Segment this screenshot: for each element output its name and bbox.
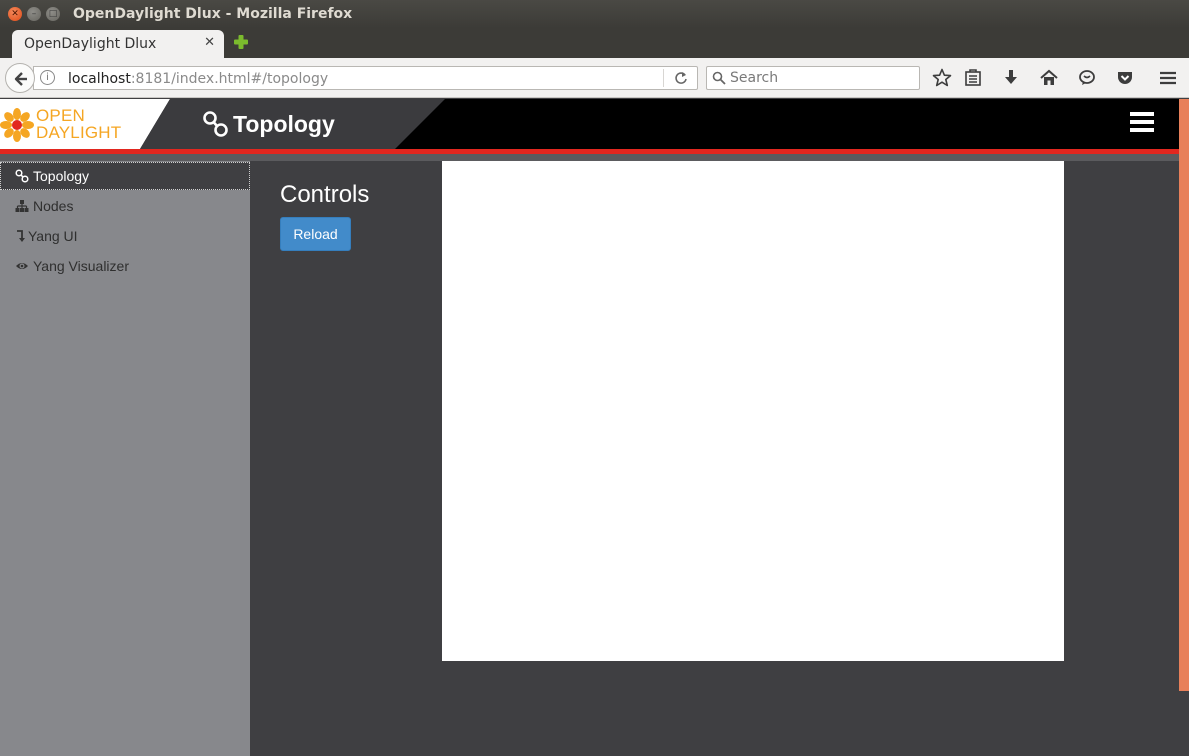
app-header: OPEN DAYLIGHT Topology [0,99,1179,149]
window-minimize-button[interactable]: – [27,7,41,21]
url-path: :8181/index.html#/topology [130,71,329,87]
reload-icon[interactable] [674,69,688,89]
tab-opendaylight-dlux[interactable]: OpenDaylight Dlux ✕ [12,30,224,58]
logo-line-open: OPEN [36,106,85,125]
chat-icon[interactable] [1076,67,1098,89]
plus-icon [234,35,248,49]
back-arrow-icon [14,72,27,86]
url-text[interactable]: localhost:8181/index.html#/topology [68,71,328,87]
sidebar-item-topology[interactable]: Topology [0,162,250,190]
url-divider [663,69,664,87]
search-icon [712,71,726,85]
link-icon [15,169,29,183]
window-title: OpenDaylight Dlux - Mozilla Firefox [73,6,353,22]
app-root: OPEN DAYLIGHT Topology Topology Nodes Ya… [0,99,1179,756]
controls-heading: Controls [280,181,370,208]
window-maximize-button[interactable]: □ [46,7,60,21]
logo-flower-icon [0,108,34,142]
topology-link-icon [203,111,228,137]
sidebar-item-label: Yang Visualizer [33,258,129,274]
url-host: localhost [68,71,131,87]
pocket-icon[interactable] [1114,67,1136,89]
topology-canvas[interactable] [442,161,1064,661]
hamburger-menu-icon[interactable] [1130,112,1154,134]
opendaylight-logo[interactable]: OPEN DAYLIGHT [0,99,220,149]
menu-icon[interactable] [1157,67,1179,89]
header-divider [0,154,1179,161]
site-info-icon[interactable]: i [40,70,55,85]
page-title: Topology [233,111,335,137]
search-input[interactable] [730,69,910,87]
window-close-button[interactable]: ✕ [8,7,22,21]
eye-icon [16,263,28,269]
sidebar: Topology Nodes Yang UI Yang Visualizer [0,161,250,756]
new-tab-button[interactable] [233,33,249,53]
scrollbar-track[interactable] [1179,691,1189,756]
tab-label: OpenDaylight Dlux [24,36,157,52]
reload-button[interactable]: Reload [280,217,351,251]
reading-list-icon[interactable] [962,67,984,89]
tab-close-icon[interactable]: ✕ [204,35,215,50]
sidebar-item-label: Yang UI [28,228,78,244]
sidebar-item-yang-ui[interactable]: Yang UI [0,222,250,250]
sidebar-item-label: Nodes [33,198,74,214]
star-icon[interactable] [931,67,953,89]
sidebar-item-label: Topology [33,168,90,184]
sidebar-item-yang-visualizer[interactable]: Yang Visualizer [0,252,250,280]
level-down-icon [17,230,25,242]
tab-bar: OpenDaylight Dlux ✕ [0,28,1189,58]
sidebar-item-nodes[interactable]: Nodes [0,192,250,220]
search-bar[interactable] [706,66,920,90]
scrollbar-thumb[interactable] [1179,99,1189,691]
url-bar[interactable]: i localhost:8181/index.html#/topology [33,66,698,90]
download-icon[interactable] [1000,67,1022,89]
home-icon[interactable] [1038,67,1060,89]
nav-toolbar: i localhost:8181/index.html#/topology [0,58,1189,98]
window-titlebar: ✕ – □ OpenDaylight Dlux - Mozilla Firefo… [0,0,1189,28]
logo-wordmark: OPEN DAYLIGHT [36,107,121,141]
back-button[interactable] [5,63,35,93]
sitemap-icon [15,200,29,212]
logo-line-daylight: DAYLIGHT [36,123,122,142]
